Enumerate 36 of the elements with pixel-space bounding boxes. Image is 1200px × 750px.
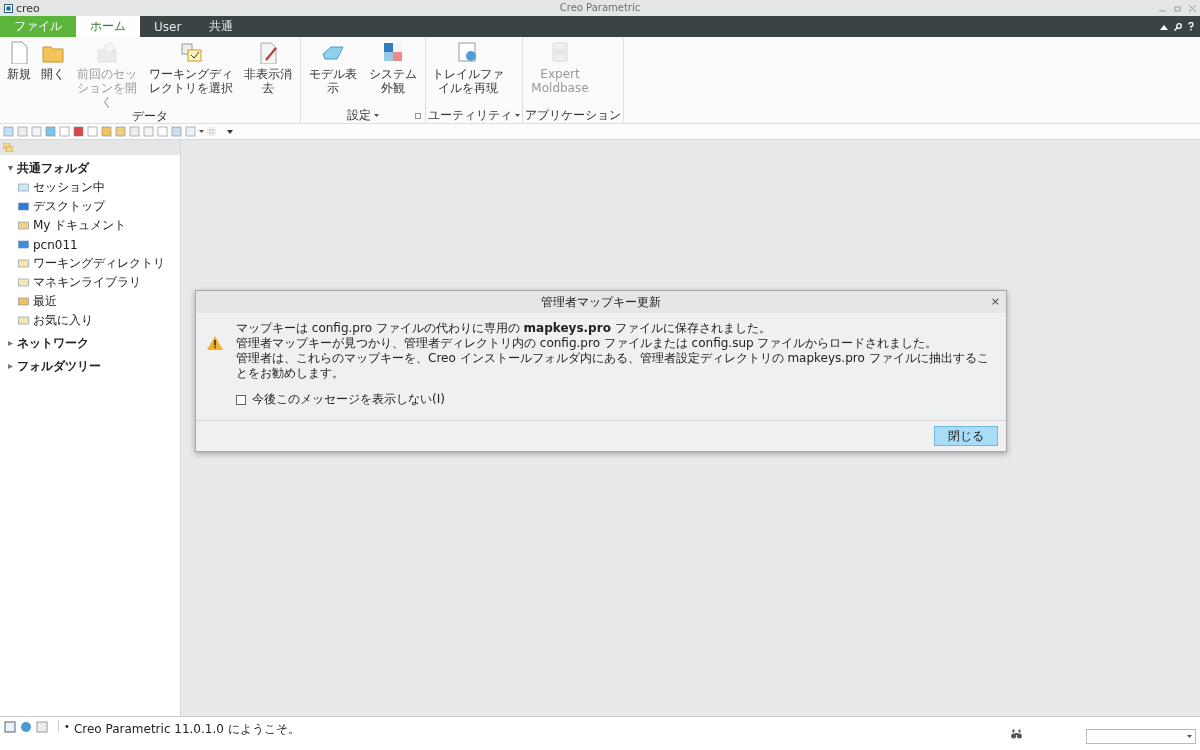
tree-item[interactable]: 共通フォルダ [17,160,89,177]
ribbon-button[interactable]: 非表示消去 [238,37,298,95]
group-label: 設定 [347,107,371,124]
close-dialog-button[interactable]: 閉じる [934,426,998,446]
group-label: アプリケーション [525,107,621,124]
message-text: 管理者は、これらのマップキーを、Creo インストールフォルダ内にある、管理者設定ディレクトリの mapkeys.pro ファイルに抽出することをお勧めします。 [236,351,990,381]
tree-item[interactable]: 最近 [33,293,57,310]
tree-item[interactable]: ネットワーク [17,335,89,352]
checkbox-label: 今後このメッセージを表示しない(I) [252,391,445,408]
ribbon-button[interactable]: 開く [36,37,70,81]
ribbon-tab[interactable]: User [140,16,196,37]
tree-item[interactable]: マネキンライブラリ [33,274,141,291]
tree-item[interactable]: フォルダツリー [17,358,101,375]
ribbon-tab[interactable]: 共通 [195,16,248,37]
ribbon-button[interactable]: 新規 [2,37,36,81]
app-logo: creo [16,1,40,15]
tree-item[interactable]: ワーキングディレクトリ [33,255,165,272]
tree-item[interactable]: My ドキュメント [33,217,127,234]
ribbon-button[interactable]: システム外観 [363,37,423,95]
message-text: マップキーは config.pro ファイルの代わりに専用の mapkeys.pro ファイルに保存されました。 [236,321,772,336]
tree-item[interactable]: pcn011 [33,237,78,252]
group-label: ユーティリティ [428,107,512,124]
window-title: Creo Parametric [559,2,641,13]
bullet: • [58,721,70,732]
group-label: データ [132,108,168,125]
ribbon-button[interactable]: ワーキングディレクトリを選択 [144,37,238,95]
close-button[interactable]: × [990,295,1000,308]
ribbon-button[interactable]: トレイルファイルを再現 [428,37,508,95]
status-message: Creo Parametric 11.0.1.0 にようこそ。 [73,721,300,738]
message-text: 管理者マップキーが見つかり、管理者ディレクトリ内の config.pro ファイルまたは config.sup ファイルからロードされました。 [236,336,939,351]
ribbon-tab[interactable]: ホーム [76,16,140,37]
ribbon-button[interactable]: モデル表示 [303,37,363,95]
dialog-title: 管理者マップキー更新 [541,293,661,311]
tree-item[interactable]: お気に入り [33,312,93,329]
tree-item[interactable]: セッション中 [33,179,105,196]
tree-item[interactable]: デスクトップ [33,198,105,215]
